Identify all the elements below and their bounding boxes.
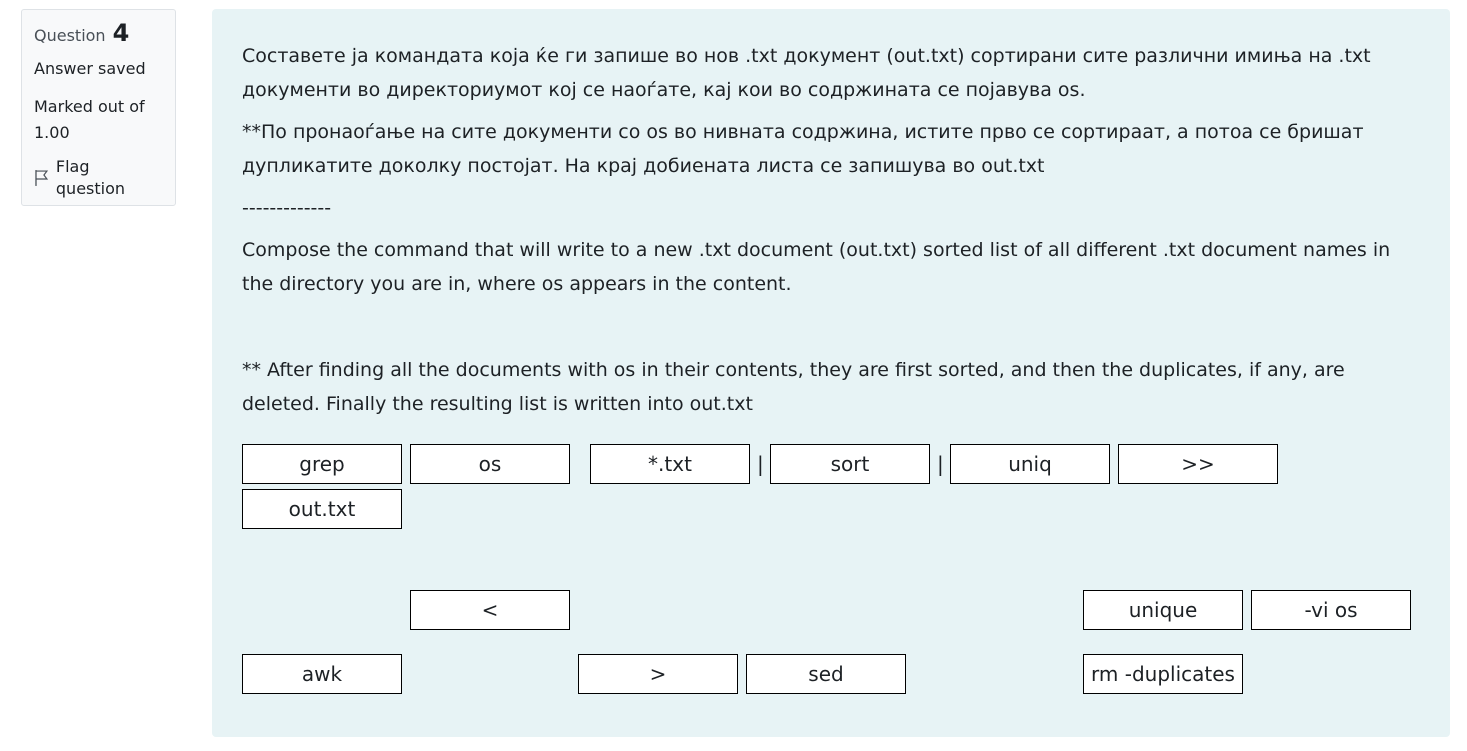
question-paragraph: Составете ја командата која ќе ги запише…: [242, 45, 1371, 101]
pipe-separator: |: [937, 452, 944, 476]
answer-state: Answer saved: [34, 59, 146, 78]
question-number: Question 4: [34, 21, 163, 48]
answer-slot[interactable]: out.txt: [242, 489, 402, 529]
flag-question-link[interactable]: Flag question: [34, 156, 163, 200]
drag-choice[interactable]: sed: [746, 654, 906, 694]
question-text: Составете ја командата која ќе ги запише…: [242, 39, 1422, 429]
question-label: Question: [34, 26, 106, 45]
drag-choice[interactable]: rm -duplicates: [1083, 654, 1243, 694]
answer-slot[interactable]: os: [410, 444, 570, 484]
question-info-panel: Question 4 Answer saved Marked out of 1.…: [21, 9, 176, 206]
drag-choice[interactable]: awk: [242, 654, 402, 694]
question-number-value: 4: [112, 19, 130, 47]
separator-line: -------------: [242, 197, 332, 219]
flag-icon: [35, 170, 49, 186]
question-paragraph: **По пронаоѓање на сите документи со os …: [242, 121, 1364, 177]
drag-choice[interactable]: unique: [1083, 590, 1243, 630]
drag-choice[interactable]: >: [578, 654, 738, 694]
drag-choice[interactable]: <: [410, 590, 570, 630]
answer-slot[interactable]: sort: [770, 444, 930, 484]
answer-slot[interactable]: >>: [1118, 444, 1278, 484]
pipe-separator: |: [757, 452, 764, 476]
question-paragraph: Compose the command that will write to a…: [242, 239, 1391, 295]
answer-slot[interactable]: *.txt: [590, 444, 750, 484]
grade-info: Marked out of 1.00: [34, 97, 145, 142]
drag-choice[interactable]: -vi os: [1251, 590, 1411, 630]
answer-slot[interactable]: grep: [242, 444, 402, 484]
flag-question-label: Flag question: [55, 157, 126, 198]
question-content: Составете ја командата која ќе ги запише…: [212, 9, 1450, 737]
question-paragraph: ** After finding all the documents with …: [242, 359, 1345, 415]
answer-slot[interactable]: uniq: [950, 444, 1110, 484]
